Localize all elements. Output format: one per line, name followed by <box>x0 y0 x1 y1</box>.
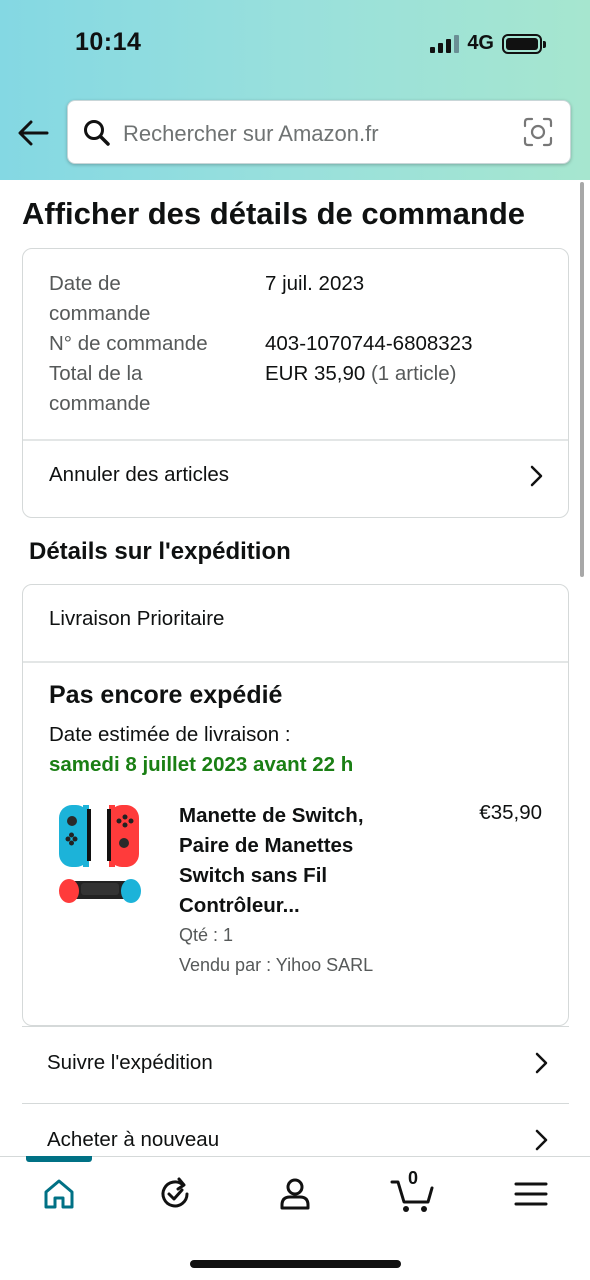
track-shipment-row[interactable]: Suivre l'expédition <box>22 1026 569 1102</box>
search-icon <box>84 120 110 146</box>
status-time: 10:14 <box>75 28 142 56</box>
active-tab-indicator <box>26 1156 92 1162</box>
order-number-label: N° de commande <box>49 332 208 355</box>
product-title-line: Paire de Manettes <box>179 834 354 857</box>
eta-label: Date estimée de livraison : <box>49 723 291 746</box>
status-indicators: 4G <box>430 32 546 55</box>
shipment-section-title: Détails sur l'expédition <box>29 538 291 565</box>
product-title-line: Contrôleur... <box>179 894 300 917</box>
order-total-label-line2: commande <box>49 392 151 415</box>
order-total-value: EUR 35,90 (1 article) <box>265 359 456 389</box>
product-price: €35,90 <box>479 801 542 824</box>
camera-scan-icon[interactable] <box>522 116 554 148</box>
account-icon[interactable] <box>275 1174 315 1214</box>
search-input[interactable]: Rechercher sur Amazon.fr <box>67 100 571 164</box>
page-title: Afficher des détails de commande <box>22 196 526 231</box>
buy-again-label: Acheter à nouveau <box>47 1128 220 1151</box>
order-total-items: (1 article) <box>370 362 457 385</box>
divider <box>23 439 568 441</box>
eta-date: samedi 8 juillet 2023 avant 22 h <box>49 753 354 776</box>
home-indicator[interactable] <box>190 1260 401 1268</box>
shipment-status: Pas encore expédié <box>49 681 283 709</box>
product-quantity: Qté : 1 <box>179 925 234 945</box>
delivery-type: Livraison Prioritaire <box>49 607 225 630</box>
menu-icon[interactable] <box>511 1174 551 1214</box>
product-seller: Vendu par : Yihoo SARL <box>179 955 374 975</box>
chevron-right-icon <box>535 1129 548 1151</box>
chevron-right-icon <box>535 1052 548 1074</box>
order-date-value: 7 juil. 2023 <box>265 272 365 295</box>
home-icon[interactable] <box>39 1174 79 1214</box>
track-shipment-label: Suivre l'expédition <box>47 1051 213 1074</box>
order-number-value: 403-1070744-6808323 <box>265 332 473 355</box>
product-image[interactable] <box>55 803 145 909</box>
product-title[interactable]: Manette de Switch, Paire de Manettes Swi… <box>179 801 419 921</box>
shipment-card: Livraison Prioritaire Pas encore expédié… <box>22 584 569 1026</box>
order-summary-card: Date de commande 7 juil. 2023 N° de comm… <box>22 248 569 518</box>
signal-icon <box>430 34 460 53</box>
refresh-icon[interactable] <box>155 1174 195 1214</box>
chevron-right-icon[interactable] <box>526 463 546 489</box>
battery-icon <box>502 33 546 54</box>
order-date-label-line1: Date de <box>49 272 121 295</box>
product-title-line: Manette de Switch, <box>179 804 364 827</box>
scrollbar[interactable] <box>580 182 584 577</box>
divider <box>23 661 568 663</box>
order-total-label-line1: Total de la <box>49 362 143 385</box>
product-title-line: Switch sans Fil <box>179 864 328 887</box>
order-date-label-line2: commande <box>49 302 151 325</box>
cancel-items-link[interactable]: Annuler des articles <box>49 463 229 487</box>
cart-count: 0 <box>408 1168 419 1188</box>
network-label: 4G <box>467 32 494 54</box>
order-total-amount: EUR 35,90 <box>265 362 366 385</box>
search-placeholder: Rechercher sur Amazon.fr <box>123 121 379 146</box>
back-arrow-icon[interactable] <box>14 114 52 152</box>
